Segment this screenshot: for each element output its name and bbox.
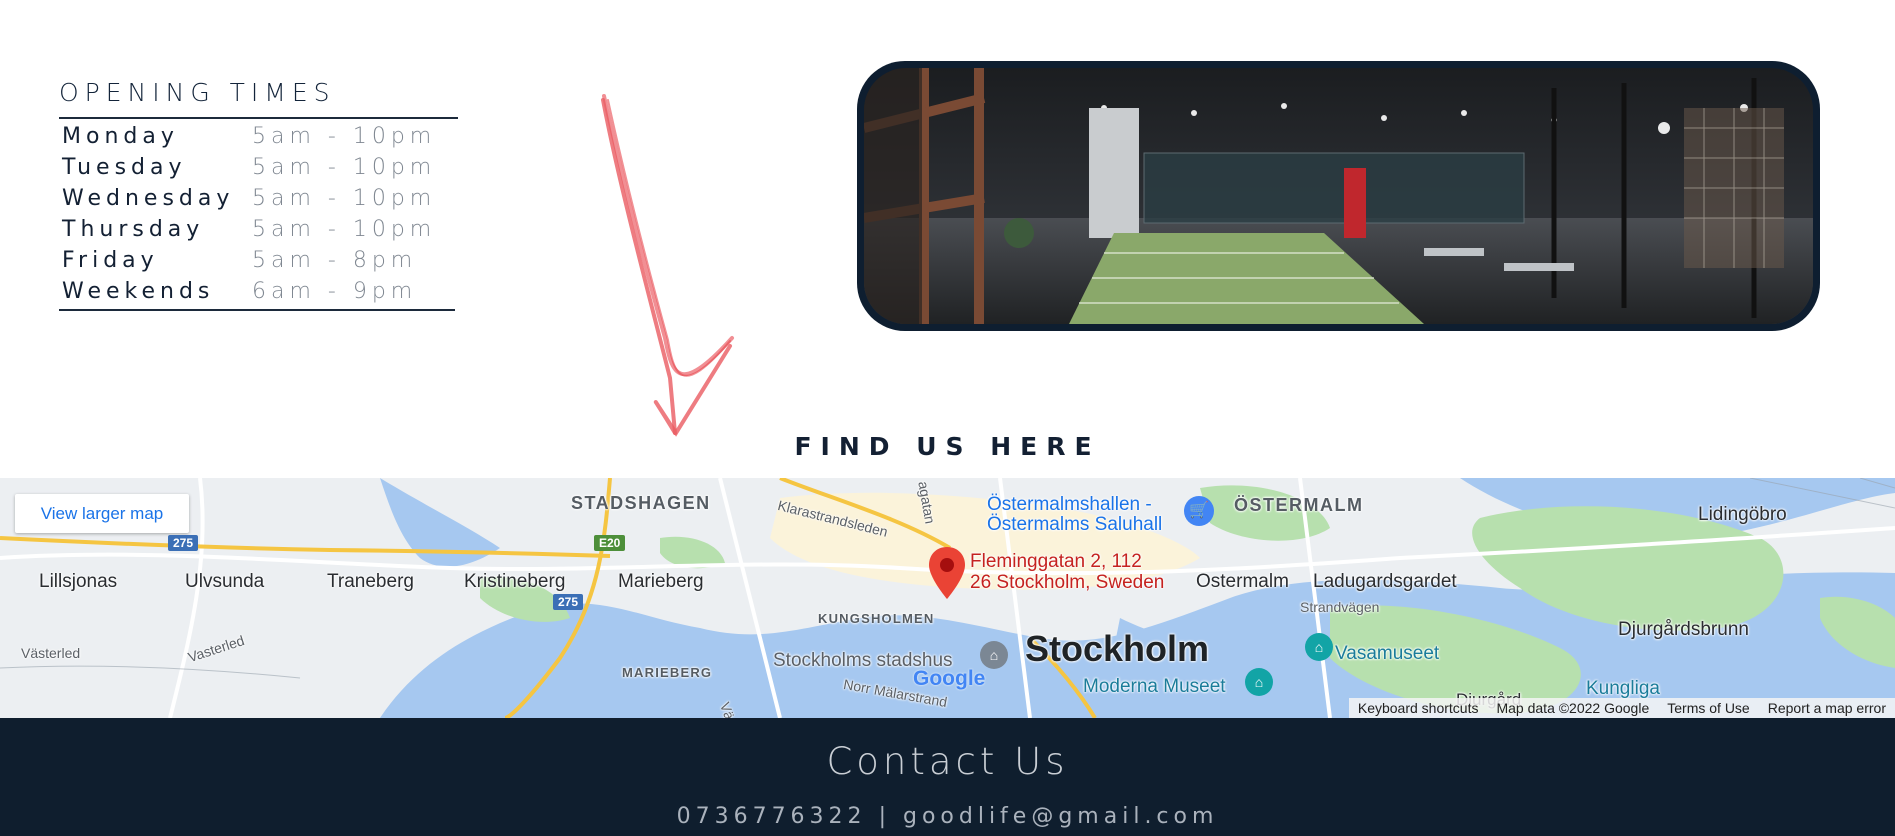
opening-times-section: OPENING TIMES Monday 5am - 10pm Tuesday …: [59, 78, 459, 311]
contact-footer: Contact Us 0736776322 | goodlife@gmail.c…: [0, 718, 1895, 836]
contact-title: Contact Us: [826, 740, 1069, 783]
map-label-street: Västerled: [21, 645, 81, 661]
google-logo: Google: [913, 667, 986, 690]
map-embed[interactable]: View larger map STADSHAGEN ÖSTERMALM KUN…: [0, 478, 1895, 718]
hours-day: Tuesday: [62, 155, 187, 180]
hours-row: Tuesday 5am - 10pm: [62, 152, 436, 183]
map-label-district: STADSHAGEN: [571, 493, 711, 513]
map-footer: Keyboard shortcuts Map data ©2022 Google…: [1348, 698, 1895, 718]
hours-time: 5am - 10pm: [252, 186, 437, 211]
map-label-town: Djurgårdsbrunn: [1618, 619, 1749, 640]
map-label-poi: Östermalmshallen - Östermalms Saluhall: [987, 494, 1163, 535]
map-label-district: MARIEBERG: [622, 665, 713, 680]
hours-time: 5am - 10pm: [252, 155, 437, 180]
hours-day: Friday: [62, 248, 159, 273]
map-label-city: Stockholm: [1025, 628, 1210, 669]
map-data-attribution: Map data ©2022 Google: [1496, 700, 1650, 716]
museum-icon: ⌂: [980, 641, 1008, 669]
gym-photo: [857, 61, 1820, 331]
map-pin-icon[interactable]: [927, 545, 967, 601]
hours-row: Monday 5am - 10pm: [62, 121, 436, 152]
route-shield: E20: [594, 535, 626, 551]
contact-details: 0736776322 | goodlife@gmail.com: [0, 804, 1895, 829]
map-label-poi: Moderna Museet: [1083, 676, 1226, 697]
route-shield: 275: [168, 535, 199, 551]
map-label-poi: Kungliga: [1586, 678, 1660, 699]
hours-row: Weekends 6am - 9pm: [62, 276, 436, 307]
map-label-district: KUNGSHOLMEN: [818, 611, 935, 626]
map-address-line: 26 Stockholm, Sweden: [970, 572, 1165, 593]
hours-day: Weekends: [62, 279, 215, 304]
contact-email[interactable]: goodlife@gmail.com: [903, 804, 1218, 829]
hours-time: 5am - 10pm: [252, 124, 437, 149]
opening-times-title: OPENING TIMES: [59, 78, 336, 107]
map-label-town: Lidingöbro: [1698, 504, 1787, 525]
hours-row: Wednesday 5am - 10pm: [62, 183, 436, 214]
map-label-town: Ulvsunda: [185, 571, 265, 592]
find-us-title: FIND US HERE: [794, 432, 1101, 461]
map-address-line: Fleminggatan 2, 112: [970, 551, 1142, 572]
map-label-town: Lillsjonas: [39, 571, 118, 592]
divider: [59, 117, 458, 119]
map-label-town: Kristineberg: [464, 571, 566, 592]
map-label-town: Ostermalm: [1196, 571, 1289, 592]
hours-day: Thursday: [62, 217, 205, 242]
shopping-cart-icon: 🛒: [1184, 496, 1214, 526]
hours-day: Wednesday: [62, 186, 235, 211]
keyboard-shortcuts-link[interactable]: Keyboard shortcuts: [1349, 698, 1488, 718]
hours-row: Friday 5am - 8pm: [62, 245, 436, 276]
hours-time: 5am - 10pm: [252, 217, 437, 242]
map-label-town: Marieberg: [618, 571, 704, 592]
map-label-town: Ladugardsgardet: [1313, 571, 1457, 592]
map-label-town: Traneberg: [327, 571, 414, 592]
map-label-district: ÖSTERMALM: [1234, 495, 1364, 515]
museum-icon: ⌂: [1305, 633, 1333, 661]
hours-time: 5am - 8pm: [252, 248, 418, 273]
hours-table: Monday 5am - 10pm Tuesday 5am - 10pm Wed…: [62, 121, 436, 307]
route-shield: 275: [553, 594, 584, 610]
map-label-poi: Vasamuseet: [1335, 643, 1440, 664]
report-map-error-link[interactable]: Report a map error: [1759, 698, 1895, 718]
view-larger-map-link[interactable]: View larger map: [15, 494, 189, 533]
terms-of-use-link[interactable]: Terms of Use: [1658, 698, 1758, 718]
hours-day: Monday: [62, 124, 179, 149]
arrow-doodle-icon: [601, 94, 734, 437]
museum-icon: ⌂: [1245, 668, 1273, 696]
hours-row: Thursday 5am - 10pm: [62, 214, 436, 245]
contact-phone[interactable]: 0736776322: [677, 804, 867, 829]
map-label-street: Strandvägen: [1300, 599, 1380, 615]
contact-separator: |: [878, 804, 891, 829]
hours-time: 6am - 9pm: [252, 279, 418, 304]
divider: [59, 309, 455, 311]
